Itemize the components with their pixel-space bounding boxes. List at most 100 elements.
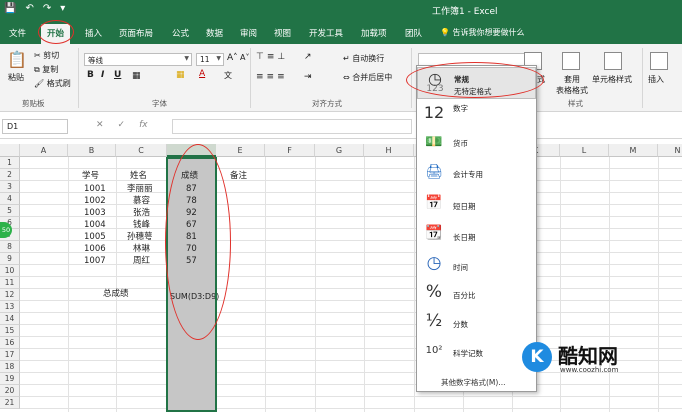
cell-c5[interactable]: 张浩 (133, 207, 150, 219)
cell-c7[interactable]: 孙穗萼 (127, 231, 153, 243)
tab-file[interactable]: 文件 (9, 27, 26, 39)
format-accounting[interactable]: 🖨 会计专用 (417, 160, 536, 190)
column-header[interactable]: N (658, 144, 682, 157)
tab-formulas[interactable]: 公式 (172, 27, 189, 39)
format-long-date[interactable]: 📆 长日期 (417, 221, 536, 251)
customize-qat-icon[interactable]: ▾ (60, 3, 65, 14)
row-header[interactable]: 4 (0, 193, 20, 205)
cell-b5[interactable]: 1003 (84, 207, 106, 219)
cancel-icon[interactable]: ✕ (96, 120, 104, 130)
cell-styles-button[interactable]: 单元格样式 (592, 74, 632, 85)
tab-review[interactable]: 审阅 (240, 27, 257, 39)
table-format-button[interactable]: 套用 表格格式 (556, 74, 588, 96)
paste-button[interactable]: 粘贴 (8, 72, 24, 83)
tab-data[interactable]: 数据 (206, 27, 223, 39)
row-header[interactable]: 18 (0, 361, 20, 373)
insert-cells-button[interactable]: 插入 (648, 74, 664, 85)
column-header[interactable]: E (216, 144, 265, 157)
format-time[interactable]: ◷ 时间 (417, 251, 536, 281)
tab-view[interactable]: 视图 (274, 27, 291, 39)
cell-b8[interactable]: 1006 (84, 243, 106, 255)
column-header[interactable]: C (116, 144, 167, 157)
row-header[interactable]: 15 (0, 325, 20, 337)
column-header[interactable]: L (560, 144, 609, 157)
table-format-icon[interactable] (562, 52, 580, 70)
row-header[interactable]: 1 (0, 157, 20, 169)
insert-cells-icon[interactable] (650, 52, 668, 70)
row-header[interactable]: 3 (0, 181, 20, 193)
enter-icon[interactable]: ✓ (118, 120, 126, 130)
row-header[interactable]: 17 (0, 349, 20, 361)
vertical-align-icons[interactable]: ⊤≡⊥ (256, 52, 288, 62)
format-number[interactable]: 12 数字 (417, 100, 536, 130)
cell-b4[interactable]: 1002 (84, 195, 106, 207)
column-header[interactable]: M (609, 144, 658, 157)
bold-button[interactable]: B (87, 70, 94, 80)
format-painter-button[interactable]: 🖌 格式刷 (34, 78, 71, 89)
row-header[interactable]: 14 (0, 313, 20, 325)
increase-font-icon[interactable]: A˄ (227, 53, 238, 63)
row-header[interactable]: 19 (0, 373, 20, 385)
cell-c4[interactable]: 慕容 (133, 195, 150, 207)
name-box[interactable]: D1 (2, 119, 68, 134)
tab-team[interactable]: 团队 (405, 27, 422, 39)
orientation-icon[interactable]: ↗ (304, 52, 312, 62)
paste-icon[interactable]: 📋 (7, 50, 27, 69)
merge-center-button[interactable]: ⇔ 合并后居中 (343, 72, 392, 83)
column-header[interactable]: B (68, 144, 116, 157)
format-scientific[interactable]: 10² 科学记数 (417, 340, 536, 370)
border-icon[interactable]: ▦ (132, 71, 141, 81)
undo-icon[interactable]: ↶ (25, 3, 33, 14)
format-short-date[interactable]: 📅 短日期 (417, 191, 536, 221)
fill-color-icon[interactable]: ▦ (176, 70, 185, 80)
row-header[interactable]: 5 (0, 205, 20, 217)
format-fraction[interactable]: ½ 分数 (417, 309, 536, 339)
column-header[interactable]: A (20, 144, 68, 157)
more-number-formats[interactable]: 其他数字格式(M)... (441, 377, 505, 388)
cell-b9[interactable]: 1007 (84, 255, 106, 267)
cell-e2[interactable]: 备注 (230, 170, 247, 182)
row-header[interactable]: 8 (0, 241, 20, 253)
row-header[interactable]: 16 (0, 337, 20, 349)
cell-c3[interactable]: 李丽丽 (127, 183, 153, 195)
format-percentage[interactable]: % 百分比 (417, 280, 536, 310)
tab-addins[interactable]: 加载项 (361, 27, 387, 39)
indent-icon[interactable]: ⇥ (304, 72, 312, 82)
cell-b6[interactable]: 1004 (84, 219, 106, 231)
cell-c2[interactable]: 姓名 (130, 170, 147, 182)
cell-c8[interactable]: 林琳 (133, 243, 150, 255)
row-header[interactable]: 2 (0, 169, 20, 181)
underline-button[interactable]: U (114, 70, 121, 80)
tab-page-layout[interactable]: 页面布局 (119, 27, 153, 39)
decrease-font-icon[interactable]: A˅ (240, 53, 249, 62)
cell-b11[interactable]: 总成绩 (103, 288, 129, 300)
save-icon[interactable]: 💾 (4, 3, 16, 14)
cell-styles-icon[interactable] (604, 52, 622, 70)
cut-button[interactable]: ✂ 剪切 (34, 50, 59, 61)
column-header[interactable]: G (315, 144, 364, 157)
insert-function-button[interactable]: fx (139, 120, 148, 130)
cell-b3[interactable]: 1001 (84, 183, 106, 195)
row-header[interactable]: 10 (0, 265, 20, 277)
tab-developer[interactable]: 开发工具 (309, 27, 343, 39)
formula-input[interactable] (172, 119, 412, 134)
row-header[interactable]: 13 (0, 301, 20, 313)
row-header[interactable]: 21 (0, 397, 20, 409)
cell-b2[interactable]: 学号 (82, 170, 99, 182)
horizontal-align-icons[interactable]: ≡≡≡ (256, 72, 288, 82)
tab-insert[interactable]: 插入 (85, 27, 102, 39)
italic-button[interactable]: I (101, 70, 104, 80)
cell-b7[interactable]: 1005 (84, 231, 106, 243)
column-header[interactable]: F (265, 144, 315, 157)
font-color-icon[interactable]: A (199, 69, 205, 79)
column-header[interactable]: H (364, 144, 414, 157)
font-size-combo[interactable]: 11 ▼ (196, 53, 224, 66)
format-currency[interactable]: 💵 货币 (417, 130, 536, 160)
redo-icon[interactable]: ↷ (43, 3, 51, 14)
row-header[interactable]: 20 (0, 385, 20, 397)
row-header[interactable]: 12 (0, 289, 20, 301)
tell-me-search[interactable]: 💡 告诉我你想要做什么 (440, 27, 525, 38)
wrap-text-button[interactable]: ↵ 自动换行 (343, 53, 384, 64)
cell-c6[interactable]: 钱峰 (133, 219, 150, 231)
row-header[interactable]: 9 (0, 253, 20, 265)
